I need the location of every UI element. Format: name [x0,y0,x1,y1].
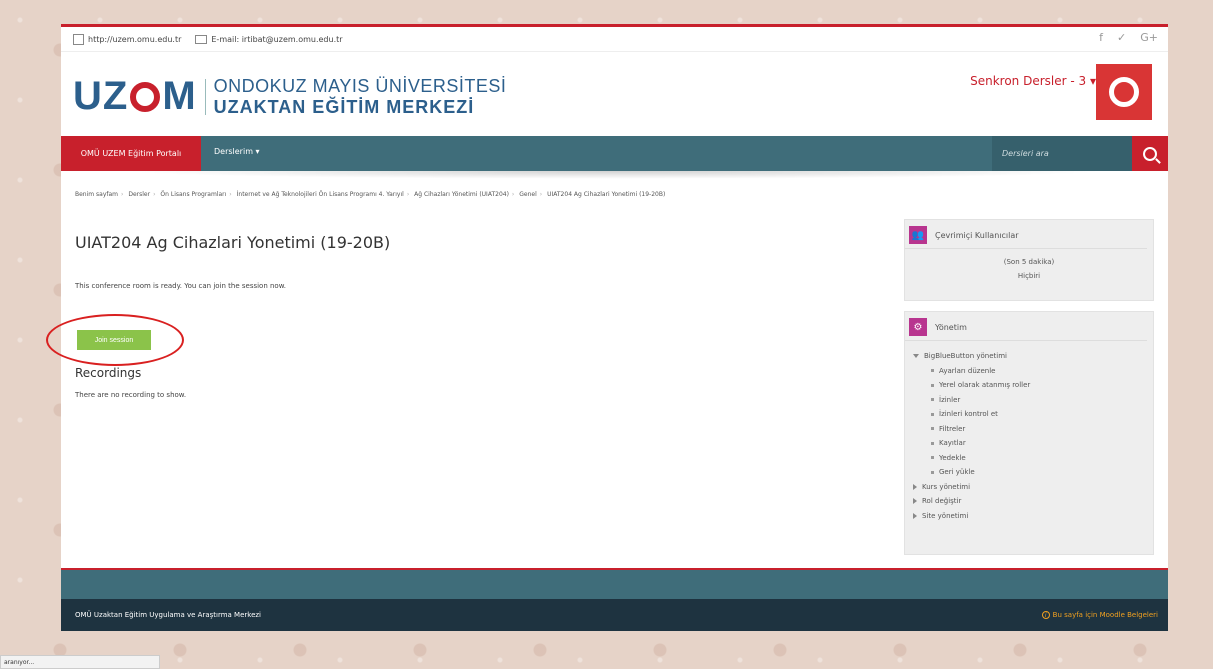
search-button[interactable] [1132,136,1168,171]
tree-item[interactable]: Filtreler [913,422,1153,437]
tree-item[interactable]: İzinler [913,393,1153,408]
join-session-button[interactable]: Join session [77,330,151,350]
tree-label: Ayarları düzenle [939,366,996,375]
online-users-value: Hiçbiri [1017,272,1041,280]
footer-org-name: OMÜ Uzaktan Eğitim Uygulama ve Araştırma… [75,611,262,619]
collapsed-arrow-icon [913,483,917,490]
tree-item[interactable]: İzinleri kontrol et [913,407,1153,422]
gears-icon: ⚙ [909,318,927,336]
tree-item[interactable]: Yerel olarak atanmış roller [913,378,1153,393]
page-title: UIAT204 Ag Cihazlari Yonetimi (19-20B) [75,233,391,252]
bullet-icon [931,470,934,474]
collapsed-arrow-icon [913,498,917,505]
breadcrumb-item[interactable]: İnternet ve Ağ Teknolojileri Ön Lisans P… [237,191,404,198]
tree-label: Yerel olarak atanmış roller [939,381,1031,390]
bullet-icon [931,441,934,445]
logo-mark-right: M [162,74,197,118]
twitter-icon[interactable]: ✓ [1117,31,1126,44]
moodle-docs-label: Bu sayfa için Moodle Belgeleri [1052,611,1158,619]
bullet-icon [931,383,934,387]
bullet-icon [931,456,934,460]
website-link[interactable]: http://uzem.omu.edu.tr [73,34,181,45]
main-nav: OMÜ UZEM Eğitim Portalı Derslerim ▾ Ders… [61,136,1168,171]
envelope-icon [195,35,208,44]
administration-block: ⚙ Yönetim BigBlueButton yönetimi Ayarlar… [904,311,1154,555]
tree-item-site-admin[interactable]: Site yönetimi [913,509,1153,524]
logo-university: ONDOKUZ MAYIS ÜNİVERSİTESİ [213,75,507,96]
breadcrumb-item[interactable]: Ağ Cihazları Yönetimi (UIAT204) [414,191,509,198]
site-header: UZ M ONDOKUZ MAYIS ÜNİVERSİTESİ UZAKTAN … [61,52,1168,136]
nav-courses-dropdown[interactable]: Derslerim ▾ [214,147,260,156]
google-plus-icon[interactable]: G+ [1140,31,1158,44]
user-menu[interactable]: Senkron Dersler - 3 ▾ [970,74,1096,88]
logo-e-icon [130,81,161,112]
info-icon: i [1041,611,1050,619]
administration-title: Yönetim [935,322,967,332]
course-search-input[interactable]: Dersleri ara [992,136,1132,171]
nav-home[interactable]: OMÜ UZEM Eğitim Portalı [61,136,201,171]
email-link[interactable]: E-mail: irtibat@uzem.omu.edu.tr [195,35,343,44]
top-info-bar: http://uzem.omu.edu.tr E-mail: irtibat@u… [61,27,1168,52]
tree-label: BigBlueButton yönetimi [924,352,1007,361]
footer: OMÜ Uzaktan Eğitim Uygulama ve Araştırma… [61,599,1168,631]
online-users-subtitle: (Son 5 dakika) [1003,258,1055,266]
browser-status-bar: aranıyor... [0,655,160,669]
bullet-icon [931,398,934,402]
breadcrumb-item[interactable]: Dersler [128,191,150,198]
avatar-logo-icon [1109,77,1139,107]
tree-label: Yedekle [939,453,966,462]
facebook-icon[interactable]: f [1099,31,1103,44]
avatar[interactable] [1096,64,1152,120]
uzem-logo[interactable]: UZ M ONDOKUZ MAYIS ÜNİVERSİTESİ UZAKTAN … [73,74,506,119]
email-text: E-mail: irtibat@uzem.omu.edu.tr [211,35,343,44]
tree-label: Site yönetimi [922,511,969,520]
room-ready-message: This conference room is ready. You can j… [75,282,287,290]
tree-label: Kurs yönetimi [922,482,971,491]
footer-band [61,568,1168,601]
collapsed-arrow-icon [913,512,917,519]
tree-label: İzinler [939,395,961,404]
tree-item[interactable]: Yedekle [913,451,1153,466]
expanded-arrow-icon [913,354,919,359]
website-text: http://uzem.omu.edu.tr [88,35,182,44]
tree-item-switch-role[interactable]: Rol değiştir [913,494,1153,509]
tree-label: Rol değiştir [922,497,962,506]
bullet-icon [931,369,934,373]
bullet-icon [931,427,934,431]
breadcrumb: Benim sayfam › Dersler › Ön Lisans Program… [75,191,666,198]
tree-item[interactable]: Geri yükle [913,465,1153,480]
recordings-heading: Recordings [75,366,142,380]
page-container: http://uzem.omu.edu.tr E-mail: irtibat@u… [46,24,1168,631]
logo-mark-left: UZ [73,74,129,118]
tree-label: İzinleri kontrol et [939,410,998,419]
users-icon: 👥 [909,226,927,244]
breadcrumb-item[interactable]: Benim sayfam [75,191,118,198]
tree-label: Filtreler [939,424,966,433]
tree-item-course-admin[interactable]: Kurs yönetimi [913,480,1153,495]
page-icon [73,34,84,45]
tree-item[interactable]: Kayıtlar [913,436,1153,451]
online-users-block: 👥 Çevrimiçi Kullanıcılar (Son 5 dakika) … [904,219,1154,301]
online-users-title: Çevrimiçi Kullanıcılar [935,230,1019,240]
search-icon [1143,146,1157,161]
logo-center: UZAKTAN EĞİTİM MERKEZİ [213,96,475,117]
breadcrumb-item[interactable]: UIAT204 Ag Cihazlari Yonetimi (19-20B) [547,191,665,198]
moodle-docs-link[interactable]: i Bu sayfa için Moodle Belgeleri [1041,611,1158,619]
breadcrumb-item[interactable]: Ön Lisans Programları [160,191,226,198]
tree-label: Kayıtlar [939,439,966,448]
tree-item[interactable]: Ayarları düzenle [913,364,1153,379]
tree-item-bbb[interactable]: BigBlueButton yönetimi [913,349,1153,364]
breadcrumb-item[interactable]: Genel [519,191,537,198]
recordings-empty-message: There are no recording to show. [75,391,187,399]
bullet-icon [931,412,934,416]
tree-label: Geri yükle [939,468,975,477]
